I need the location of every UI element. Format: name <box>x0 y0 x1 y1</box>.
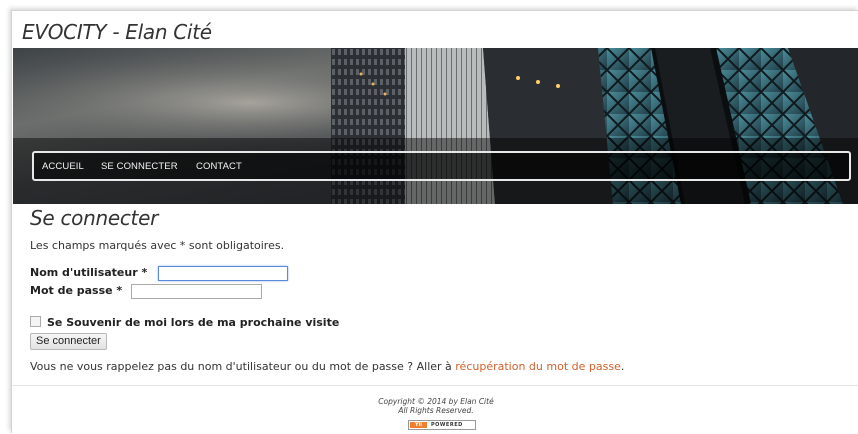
page-heading: Se connecter <box>30 206 159 230</box>
powered-by-yii-badge[interactable]: Yii POWERED <box>408 420 476 430</box>
username-label: Nom d'utilisateur * <box>30 266 148 279</box>
header-banner-image: ACCUEIL SE CONNECTER CONTACT <box>13 48 858 204</box>
powered-label: POWERED <box>431 422 463 428</box>
nav-item-contact[interactable]: CONTACT <box>196 161 242 172</box>
forgot-text: Vous ne vous rappelez pas du nom d'utili… <box>30 360 456 373</box>
remember-me-row: Se Souvenir de moi lors de ma prochaine … <box>30 316 339 329</box>
login-submit-label: Se connecter <box>36 335 101 347</box>
username-input[interactable] <box>158 266 288 281</box>
required-fields-note: Les champs marqués avec * sont obligatoi… <box>30 239 285 252</box>
page-container: EVOCITY - Elan Cité ACCUEIL SE CONNECTER… <box>11 10 858 433</box>
password-recovery-link[interactable]: récupération du mot de passe <box>455 360 621 373</box>
password-input[interactable] <box>131 284 262 299</box>
password-label: Mot de passe * <box>30 284 123 297</box>
copyright-text: Copyright © 2014 by Elan Cité <box>378 397 494 406</box>
login-submit-button[interactable]: Se connecter <box>30 333 107 350</box>
forgot-credentials-text: Vous ne vous rappelez pas du nom d'utili… <box>30 360 624 373</box>
remember-me-checkbox[interactable] <box>30 316 41 327</box>
forgot-end: . <box>620 360 625 373</box>
nav-item-accueil[interactable]: ACCUEIL <box>42 161 84 172</box>
yii-logo: Yii <box>410 422 427 428</box>
remember-me-label: Se Souvenir de moi lors de ma prochaine … <box>47 316 340 329</box>
nav-item-se-connecter[interactable]: SE CONNECTER <box>101 161 178 172</box>
main-navigation: ACCUEIL SE CONNECTER CONTACT <box>32 151 851 181</box>
site-title: EVOCITY - Elan Cité <box>22 20 212 44</box>
footer: Copyright © 2014 by Elan Cité All Rights… <box>13 385 858 434</box>
rights-text: All Rights Reserved. <box>398 406 474 415</box>
